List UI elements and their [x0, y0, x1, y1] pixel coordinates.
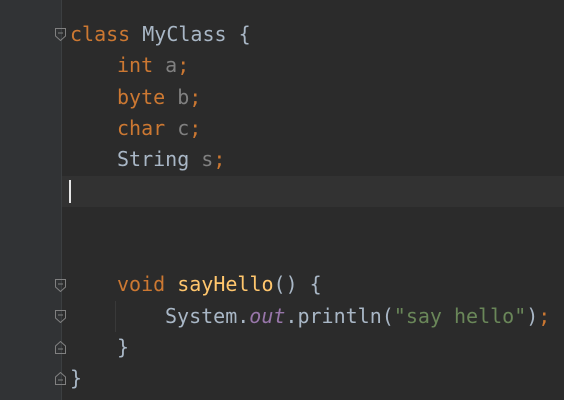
- code-text: String s;: [117, 144, 225, 175]
- code-text: void sayHello() {: [117, 269, 322, 300]
- line-number: 4: [0, 207, 2, 238]
- code-line[interactable]: [62, 238, 564, 269]
- code-line[interactable]: byte b;: [62, 82, 564, 113]
- code-text: }: [117, 332, 129, 363]
- line-number: 9: [0, 363, 2, 394]
- code-token: ;: [538, 303, 551, 328]
- code-token: c: [165, 115, 190, 140]
- code-token: ): [526, 303, 539, 328]
- code-text: class MyClass {: [70, 19, 251, 50]
- code-area[interactable]: class MyClass {int a; byte b; char c; Strin…: [62, 0, 564, 400]
- code-token: b: [165, 84, 190, 109]
- code-editor[interactable]: 390123456789 class MyClass {int a;byte b…: [0, 0, 564, 400]
- code-token: () {: [273, 272, 322, 297]
- code-line[interactable]: int a;: [62, 50, 564, 81]
- line-number: 0: [0, 82, 2, 113]
- code-token: s: [189, 147, 214, 172]
- code-token: }: [70, 366, 83, 391]
- code-line[interactable]: char c;: [62, 113, 564, 144]
- code-token: ;: [213, 147, 226, 172]
- code-token: a: [153, 53, 178, 78]
- line-number: 9: [0, 50, 2, 81]
- code-token: sayHello: [177, 272, 274, 297]
- code-token: ;: [189, 84, 202, 109]
- line-number: 3: [0, 176, 2, 207]
- code-token: ;: [177, 53, 190, 78]
- code-text: int a;: [117, 50, 189, 81]
- code-line[interactable]: class MyClass {: [62, 19, 564, 50]
- code-token: System.: [165, 303, 250, 328]
- line-number: 3: [0, 19, 2, 50]
- code-token: "say hello": [393, 303, 527, 328]
- code-text: byte b;: [117, 82, 201, 113]
- code-line[interactable]: }: [62, 363, 564, 394]
- code-token: out: [249, 303, 286, 328]
- line-number: 2: [0, 144, 2, 175]
- code-token: byte: [117, 84, 166, 109]
- code-line[interactable]: void sayHello() {: [62, 269, 564, 300]
- editor-gutter: [0, 0, 61, 400]
- code-token: MyClass {: [130, 22, 251, 46]
- code-token: .println(: [285, 303, 394, 328]
- code-token: ;: [189, 115, 202, 140]
- code-token: String: [117, 147, 190, 172]
- code-token: }: [117, 335, 130, 359]
- code-line[interactable]: String s;: [62, 144, 564, 175]
- code-text: }: [70, 363, 82, 394]
- code-token: class: [70, 22, 131, 46]
- code-line[interactable]: }: [62, 332, 564, 363]
- code-token: char: [117, 115, 166, 140]
- code-token: int: [117, 53, 154, 78]
- current-line[interactable]: [62, 175, 564, 207]
- code-line[interactable]: [62, 207, 564, 238]
- code-token: void: [117, 272, 166, 297]
- line-number: 8: [0, 332, 2, 363]
- line-number: 5: [0, 238, 2, 269]
- text-caret: [69, 179, 71, 203]
- line-number: 7: [0, 301, 2, 332]
- line-number: 6: [0, 269, 2, 300]
- code-text: char c;: [117, 113, 201, 144]
- line-number: 1: [0, 113, 2, 144]
- code-text: System.out.println("say hello");: [165, 301, 550, 332]
- code-line[interactable]: System.out.println("say hello");: [62, 301, 564, 332]
